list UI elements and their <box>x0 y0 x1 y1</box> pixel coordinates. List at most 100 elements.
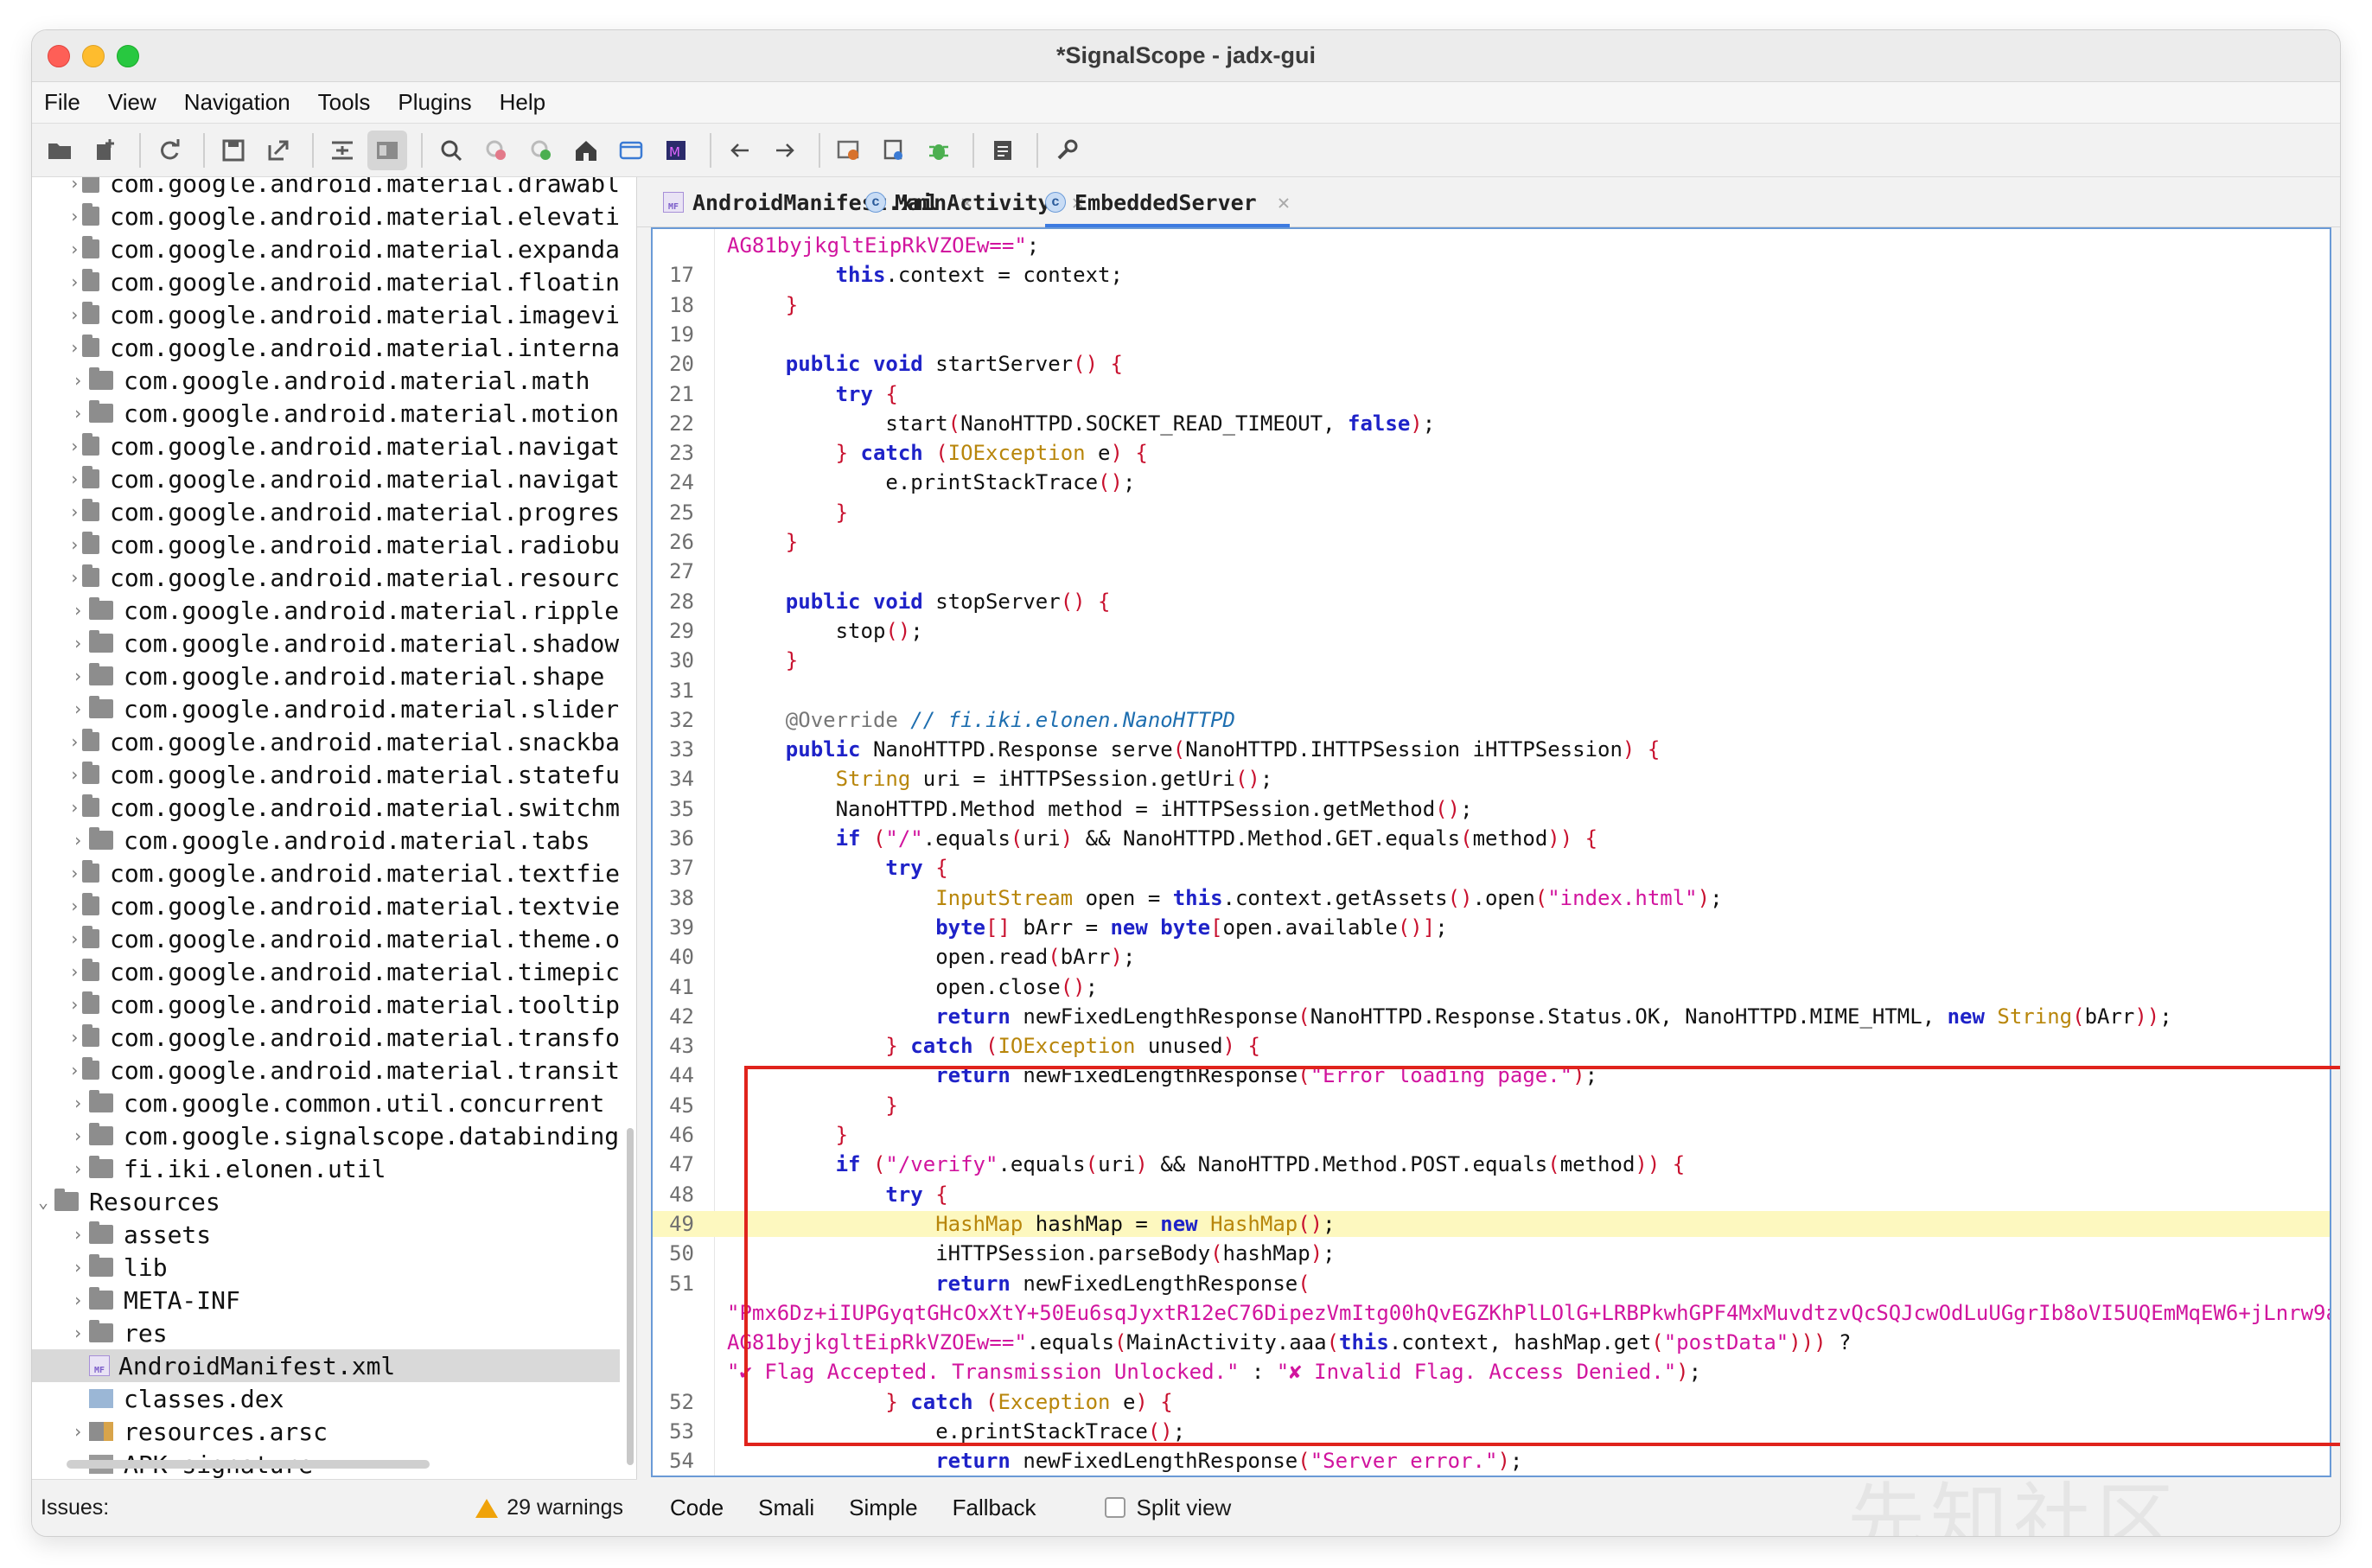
view-tab-smali[interactable]: Smali <box>758 1495 814 1521</box>
save-icon[interactable] <box>214 131 253 170</box>
menu-navigation[interactable]: Navigation <box>184 89 290 116</box>
menu-help[interactable]: Help <box>500 89 545 116</box>
menu-tools[interactable]: Tools <box>318 89 371 116</box>
tree-item[interactable]: › com.google.android.material.shadow <box>32 627 620 660</box>
back-icon[interactable] <box>720 131 760 170</box>
split-view-checkbox[interactable] <box>1105 1497 1126 1518</box>
home-icon[interactable] <box>566 131 606 170</box>
chevron-right-icon[interactable]: › <box>67 698 89 720</box>
chevron-right-icon[interactable]: › <box>67 1026 82 1049</box>
tree-item[interactable]: classes.dex <box>32 1382 620 1415</box>
deobf-icon[interactable] <box>829 131 869 170</box>
forward-icon[interactable] <box>765 131 805 170</box>
chevron-right-icon[interactable]: › <box>67 1125 89 1147</box>
chevron-right-icon[interactable]: › <box>67 500 82 523</box>
tree-item[interactable]: › com.google.android.material.ripple <box>32 594 620 627</box>
chevron-right-icon[interactable]: › <box>67 895 82 917</box>
chevron-right-icon[interactable]: › <box>67 205 82 227</box>
menu-view[interactable]: View <box>108 89 156 116</box>
export-icon[interactable] <box>258 131 298 170</box>
chevron-right-icon[interactable]: › <box>67 271 82 293</box>
chevron-right-icon[interactable]: › <box>67 1059 82 1081</box>
tree-item[interactable]: › com.google.android.material.tabs <box>32 824 620 857</box>
chevron-right-icon[interactable]: › <box>67 993 82 1016</box>
chevron-right-icon[interactable]: › <box>67 1289 89 1311</box>
chevron-right-icon[interactable]: › <box>67 1256 89 1278</box>
tree-item[interactable]: › com.google.signalscope.databinding <box>32 1119 620 1152</box>
view-tab-fallback[interactable]: Fallback <box>953 1495 1036 1521</box>
tree-item[interactable]: › com.google.android.material.navigat <box>32 430 620 462</box>
settings-icon[interactable] <box>1047 131 1087 170</box>
tree-item[interactable]: › com.google.android.material.textvie <box>32 889 620 922</box>
flatten-icon[interactable] <box>322 131 362 170</box>
chevron-right-icon[interactable]: › <box>67 533 82 556</box>
tree-item[interactable]: › com.google.android.material.math <box>32 364 620 397</box>
chevron-right-icon[interactable]: › <box>67 369 89 392</box>
tree-item[interactable]: › com.google.android.material.floatin <box>32 265 620 298</box>
debug-icon[interactable] <box>919 131 959 170</box>
chevron-right-icon[interactable]: › <box>67 402 89 424</box>
tree-item[interactable]: › com.google.android.material.expanda <box>32 233 620 265</box>
tree-item[interactable]: › com.google.android.material.transit <box>32 1054 620 1087</box>
chevron-right-icon[interactable]: › <box>67 665 89 687</box>
decompile-icon[interactable] <box>874 131 914 170</box>
tree-item[interactable]: › com.google.android.material.slider <box>32 692 620 725</box>
tree-vertical-scrollbar[interactable] <box>627 1128 634 1465</box>
chevron-right-icon[interactable]: › <box>67 1223 89 1246</box>
tree-item[interactable]: › com.google.android.material.radiobu <box>32 528 620 561</box>
menu-plugins[interactable]: Plugins <box>398 89 471 116</box>
tree-item[interactable]: › com.google.android.material.progres <box>32 495 620 528</box>
view-tab-simple[interactable]: Simple <box>849 1495 917 1521</box>
chevron-right-icon[interactable]: › <box>67 632 89 654</box>
tree-item[interactable]: › com.google.android.material.navigat <box>32 462 620 495</box>
tree-item[interactable]: › com.google.android.material.textfie <box>32 857 620 889</box>
chevron-right-icon[interactable]: › <box>67 566 82 589</box>
tree-item[interactable]: › com.google.android.material.drawabl <box>32 177 620 200</box>
window-icon[interactable] <box>611 131 651 170</box>
chevron-right-icon[interactable]: › <box>67 1092 89 1114</box>
tree-item[interactable]: › com.google.android.material.transfo <box>32 1021 620 1054</box>
menu-file[interactable]: File <box>44 89 80 116</box>
chevron-right-icon[interactable]: › <box>67 435 82 457</box>
tree-item[interactable]: › com.google.android.material.interna <box>32 331 620 364</box>
tree-item[interactable]: ⌄ Resources <box>32 1185 620 1218</box>
text-search-icon[interactable] <box>521 131 561 170</box>
chevron-right-icon[interactable]: › <box>67 468 82 490</box>
tree-item[interactable]: › res <box>32 1316 620 1349</box>
chevron-right-icon[interactable]: › <box>67 960 82 983</box>
chevron-right-icon[interactable]: › <box>67 238 82 260</box>
tree-item[interactable]: › com.google.android.material.motion <box>32 397 620 430</box>
tree-item[interactable]: › com.google.android.material.elevati <box>32 200 620 233</box>
close-tab-icon[interactable]: ✕ <box>1278 190 1290 214</box>
plugin-m-icon[interactable]: M <box>656 131 696 170</box>
search-icon[interactable] <box>431 131 471 170</box>
chevron-right-icon[interactable]: › <box>67 927 82 950</box>
tree-item[interactable]: › com.google.android.material.resourc <box>32 561 620 594</box>
chevron-right-icon[interactable]: › <box>67 1157 89 1180</box>
sync-icon[interactable] <box>150 131 189 170</box>
chevron-right-icon[interactable]: › <box>67 336 82 359</box>
tree-item[interactable]: › lib <box>32 1251 620 1284</box>
tree-item[interactable]: › com.google.android.material.timepic <box>32 955 620 988</box>
tree-item[interactable]: › resources.arsc <box>32 1415 620 1448</box>
project-tree[interactable]: › com.google.android.material.drawabl › com… <box>32 177 637 1479</box>
tree-item[interactable]: › fi.iki.elonen.util <box>32 1152 620 1185</box>
tree-item[interactable]: › assets <box>32 1218 620 1251</box>
log-icon[interactable] <box>983 131 1023 170</box>
chevron-right-icon[interactable]: › <box>67 730 82 753</box>
tree-item[interactable]: › com.google.android.material.statefu <box>32 758 620 791</box>
tree-item[interactable]: › com.google.android.material.snackba <box>32 725 620 758</box>
chevron-right-icon[interactable]: › <box>67 796 82 819</box>
tab-embedded-server[interactable]: c EmbeddedServer ✕ <box>1045 177 1291 227</box>
tree-item[interactable]: › com.google.android.material.tooltip <box>32 988 620 1021</box>
chevron-right-icon[interactable]: › <box>67 177 82 194</box>
chevron-right-icon[interactable]: › <box>67 1420 89 1443</box>
tree-horizontal-scrollbar[interactable] <box>67 1460 430 1469</box>
chevron-right-icon[interactable]: › <box>67 862 82 884</box>
tree-item[interactable]: › com.google.android.material.shape <box>32 660 620 692</box>
view-tab-code[interactable]: Code <box>670 1495 724 1521</box>
tree-item[interactable]: › com.google.android.material.imagevi <box>32 298 620 331</box>
tree-item[interactable]: › com.google.android.material.theme.o <box>32 922 620 955</box>
warnings-indicator[interactable]: 29 warnings <box>475 1495 623 1520</box>
find-usage-icon[interactable] <box>476 131 516 170</box>
